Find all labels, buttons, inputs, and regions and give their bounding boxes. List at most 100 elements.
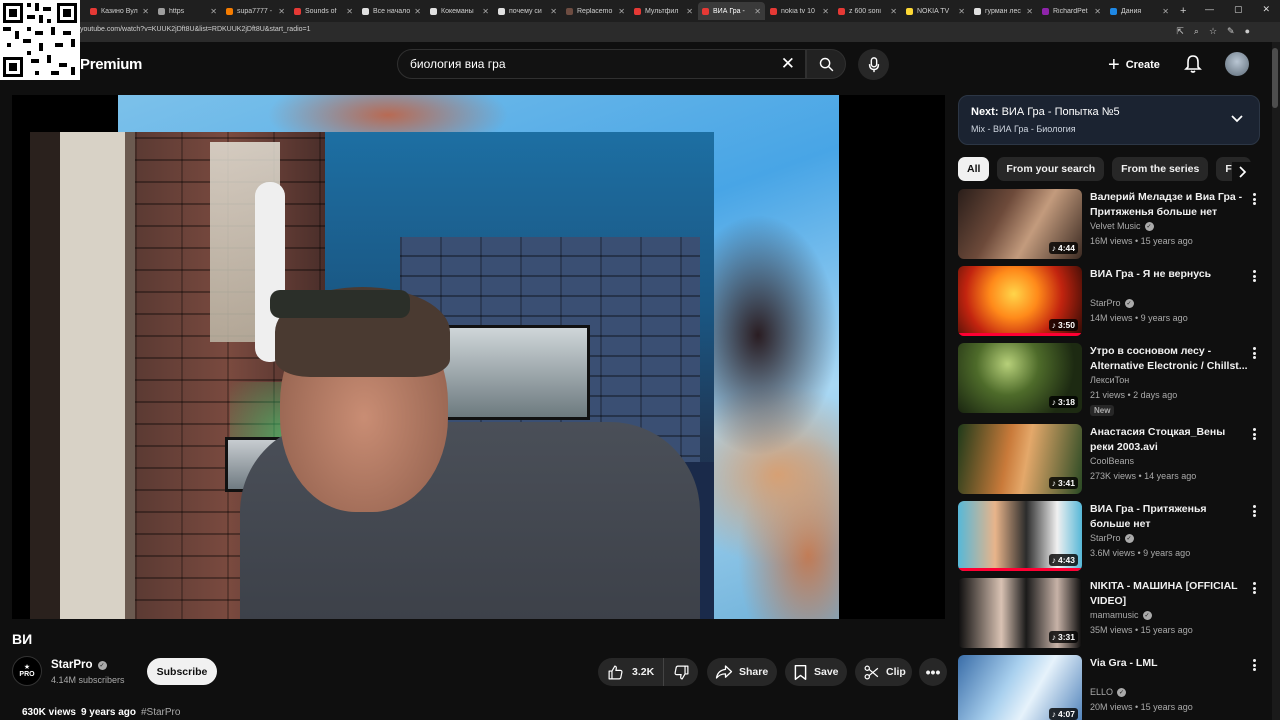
extension-icon[interactable]: ✎ xyxy=(1227,26,1235,37)
video-thumbnail[interactable]: ♪ 3:31 xyxy=(958,578,1082,648)
browser-tab[interactable]: Replacemo ✕ xyxy=(562,2,629,20)
account-avatar[interactable] xyxy=(1225,52,1249,76)
recommended-video-title[interactable]: Валерий Меладзе и Виа Гра - Притяженья б… xyxy=(1090,190,1248,220)
recommended-video[interactable]: ♪ 3:41 Анастасия Стоцкая_Вены реки 2003.av… xyxy=(958,424,1263,494)
more-vertical-icon[interactable] xyxy=(1251,268,1257,284)
more-vertical-icon[interactable] xyxy=(1251,191,1257,207)
browser-tab[interactable]: почему си ✕ xyxy=(494,2,561,20)
notifications-button[interactable] xyxy=(1184,54,1202,79)
recommended-channel[interactable]: Velvet Music ✓ xyxy=(1090,221,1154,231)
subscribe-button[interactable]: Subscribe xyxy=(147,658,217,685)
browser-tab[interactable]: RichardPet ✕ xyxy=(1038,2,1105,20)
recommended-video-title[interactable]: Via Gra - LML xyxy=(1090,656,1248,671)
browser-tab[interactable]: гурман лес ✕ xyxy=(970,2,1037,20)
recommended-video-title[interactable]: ВИА Гра - Я не вернусь xyxy=(1090,267,1248,282)
new-tab-button[interactable]: + xyxy=(1180,5,1186,17)
close-tab-icon[interactable]: ✕ xyxy=(550,7,557,16)
page-scrollbar[interactable] xyxy=(1272,42,1280,720)
chips-next-button[interactable] xyxy=(1232,162,1252,182)
more-actions-button[interactable]: ••• xyxy=(919,658,947,686)
video-thumbnail[interactable]: ♪ 3:50 xyxy=(958,266,1082,336)
hashtag-link[interactable]: #StarPro xyxy=(141,707,180,718)
create-button[interactable]: + Create xyxy=(1102,51,1166,79)
recommended-video-title[interactable]: ВИА Гра - Притяженья больше нет xyxy=(1090,502,1248,532)
recommended-channel[interactable]: ЛексиТон xyxy=(1090,375,1129,385)
more-vertical-icon[interactable] xyxy=(1251,503,1257,519)
close-tab-icon[interactable]: ✕ xyxy=(890,7,897,16)
video-player[interactable] xyxy=(12,95,945,619)
save-button[interactable]: Save xyxy=(785,658,847,686)
profile-icon[interactable]: ● xyxy=(1245,26,1250,37)
browser-tab[interactable]: ВИА Гра - ✕ xyxy=(698,2,765,20)
close-tab-icon[interactable]: ✕ xyxy=(1026,7,1033,16)
more-vertical-icon[interactable] xyxy=(1251,657,1257,673)
recommended-video[interactable]: ♪ 4:43 ВИА Гра - Притяженья больше нет Star… xyxy=(958,501,1263,571)
browser-tab[interactable]: nokia tv 10 ✕ xyxy=(766,2,833,20)
like-button[interactable]: 3.2K xyxy=(598,658,664,686)
recommended-video[interactable]: ♪ 3:50 ВИА Гра - Я не вернусь StarPro ✓ 14M v… xyxy=(958,266,1263,336)
browser-tab[interactable]: https ✕ xyxy=(154,2,221,20)
close-tab-icon[interactable]: ✕ xyxy=(958,7,965,16)
mix-playlist-panel[interactable]: Next: ВИА Гра - Попытка №5 Mix - ВИА Гра… xyxy=(958,95,1260,145)
browser-tab[interactable]: Sounds of ✕ xyxy=(290,2,357,20)
url-field[interactable]: youtube.com/watch?v=KUUK2jDft8U&list=RDK… xyxy=(80,26,311,33)
share-button[interactable]: Share xyxy=(707,658,777,686)
recommended-channel[interactable]: mamamusic ✓ xyxy=(1090,610,1152,620)
browser-tab[interactable]: Дания ✕ xyxy=(1106,2,1173,20)
browser-tab[interactable]: NOKIA TV ✕ xyxy=(902,2,969,20)
scrollbar-thumb[interactable] xyxy=(1272,48,1278,108)
recommended-channel[interactable]: StarPro ✓ xyxy=(1090,533,1134,543)
close-tab-icon[interactable]: ✕ xyxy=(822,7,829,16)
more-vertical-icon[interactable] xyxy=(1251,426,1257,442)
browser-tab[interactable]: Кокеманы ✕ xyxy=(426,2,493,20)
video-thumbnail[interactable]: ♪ 3:18 xyxy=(958,343,1082,413)
search-input[interactable]: биология виа гра ✕ xyxy=(397,49,806,79)
minimize-icon[interactable]: — xyxy=(1205,4,1214,15)
recommended-channel[interactable]: CoolBeans xyxy=(1090,456,1134,466)
recommended-video[interactable]: ♪ 4:44 Валерий Меладзе и Виа Гра - Притяже… xyxy=(958,189,1263,259)
close-tab-icon[interactable]: ✕ xyxy=(686,7,693,16)
recommended-channel[interactable]: ELLO ✓ xyxy=(1090,687,1127,697)
chevron-down-icon[interactable] xyxy=(1229,110,1245,126)
browser-tab[interactable]: Казино Вул ✕ xyxy=(86,2,153,20)
video-description-line[interactable]: 630K views 9 years ago #StarPro xyxy=(22,707,180,718)
close-tab-icon[interactable]: ✕ xyxy=(414,7,421,16)
search-button[interactable] xyxy=(806,49,846,79)
video-thumbnail[interactable]: ♪ 3:41 xyxy=(958,424,1082,494)
clip-button[interactable]: Clip xyxy=(855,658,912,686)
filter-chip[interactable]: All xyxy=(958,157,990,181)
dislike-button[interactable] xyxy=(664,658,698,686)
recommended-video[interactable]: ♪ 4:07 Via Gra - LML ELLO ✓ 20M views • 15 ye… xyxy=(958,655,1263,720)
close-tab-icon[interactable]: ✕ xyxy=(346,7,353,16)
recommended-video[interactable]: ♪ 3:18 Утро в сосновом лесу - Alternative … xyxy=(958,343,1263,416)
browser-tab[interactable]: z 600 soni ✕ xyxy=(834,2,901,20)
recommended-video-title[interactable]: Утро в сосновом лесу - Alternative Elect… xyxy=(1090,344,1248,374)
close-tab-icon[interactable]: ✕ xyxy=(482,7,489,16)
close-tab-icon[interactable]: ✕ xyxy=(210,7,217,16)
open-in-app-icon[interactable]: ⇱ xyxy=(1176,26,1184,37)
maximize-icon[interactable]: ▢ xyxy=(1234,4,1243,15)
close-tab-icon[interactable]: ✕ xyxy=(1162,7,1169,16)
filter-chip[interactable]: From your search xyxy=(997,157,1105,181)
browser-tab[interactable]: Все начало ✕ xyxy=(358,2,425,20)
close-window-icon[interactable]: ✕ xyxy=(1262,4,1270,15)
voice-search-button[interactable] xyxy=(858,49,889,80)
channel-avatar[interactable]: ★ PRO xyxy=(12,656,42,686)
bookmark-star-icon[interactable]: ☆ xyxy=(1209,26,1217,37)
browser-tab[interactable]: supa7777 - ✕ xyxy=(222,2,289,20)
close-tab-icon[interactable]: ✕ xyxy=(618,7,625,16)
video-thumbnail[interactable]: ♪ 4:07 xyxy=(958,655,1082,720)
zoom-icon[interactable]: ⌕ xyxy=(1194,26,1199,37)
recommended-video-title[interactable]: NIKITA - МАШИНА [OFFICIAL VIDEO] xyxy=(1090,579,1248,609)
recommended-video-title[interactable]: Анастасия Стоцкая_Вены реки 2003.avi xyxy=(1090,425,1248,455)
more-vertical-icon[interactable] xyxy=(1251,345,1257,361)
video-thumbnail[interactable]: ♪ 4:43 xyxy=(958,501,1082,571)
browser-tab[interactable]: Мультфил ✕ xyxy=(630,2,697,20)
recommended-video[interactable]: ♪ 3:31 NIKITA - МАШИНА [OFFICIAL VIDEO] mam… xyxy=(958,578,1263,648)
more-vertical-icon[interactable] xyxy=(1251,580,1257,596)
clear-search-icon[interactable]: ✕ xyxy=(781,54,795,74)
channel-name[interactable]: StarPro xyxy=(51,659,93,671)
video-thumbnail[interactable]: ♪ 4:44 xyxy=(958,189,1082,259)
close-tab-icon[interactable]: ✕ xyxy=(142,7,149,16)
close-tab-icon[interactable]: ✕ xyxy=(1094,7,1101,16)
